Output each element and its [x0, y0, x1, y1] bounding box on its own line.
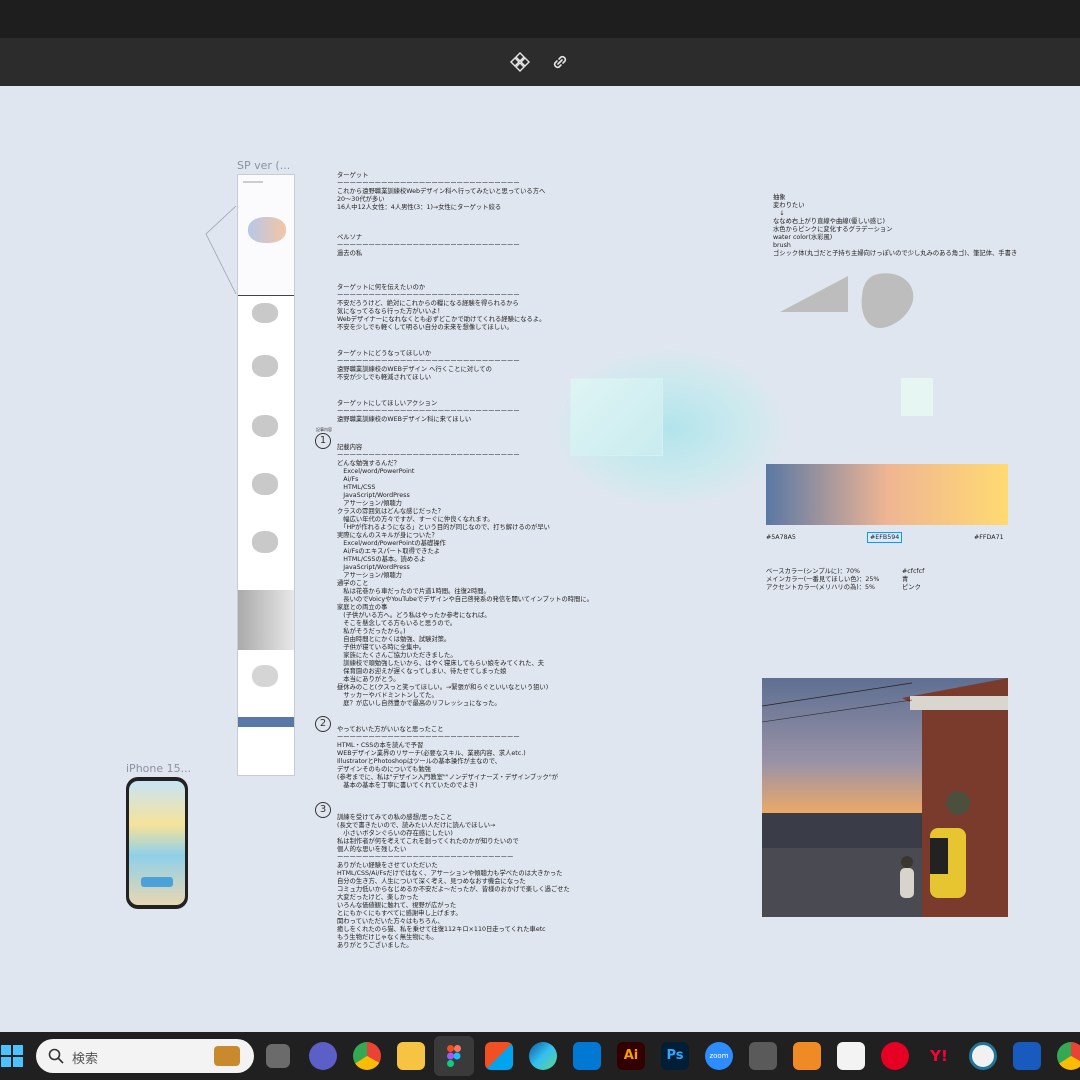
- persona-title: ペルソナ: [337, 234, 363, 241]
- iphone-frame-label[interactable]: iPhone 15...: [126, 762, 191, 775]
- design-notes: 抽象 変わりたい ↓ ななめ右上がり直線や曲線(優しい感じ) 水色からピンクに変…: [773, 194, 1018, 257]
- iphone-mockup[interactable]: [126, 777, 188, 909]
- color-ratio-values: #cfcfcf 青 ピンク: [902, 568, 925, 591]
- word-icon[interactable]: [1013, 1042, 1041, 1070]
- design-canvas[interactable]: SP ver (... iPhone 15... ターゲット ーーーーーーーーー…: [0, 86, 1080, 1032]
- gray-triangle-shape[interactable]: [780, 276, 850, 314]
- sp-frame-label[interactable]: SP ver (...: [237, 159, 290, 172]
- search-icon: [48, 1048, 64, 1064]
- sp-hero-blob: [248, 217, 286, 243]
- convey-title: ターゲットに何を伝えたいのか: [337, 284, 426, 291]
- gradient-label-start: #5A78A5: [766, 534, 796, 541]
- windows-taskbar: 検索 Ai Ps zoom Y!: [0, 1032, 1080, 1080]
- edge-icon[interactable]: [529, 1042, 557, 1070]
- notepad-icon[interactable]: [837, 1042, 865, 1070]
- window-titlebar: [0, 0, 1080, 38]
- sunset-photo[interactable]: [762, 678, 1008, 917]
- sp-frame-thumbnail[interactable]: [237, 174, 295, 776]
- target-title: ターゲット: [337, 172, 369, 179]
- gradient-swatch[interactable]: [766, 464, 1008, 525]
- sp-gray-section: [238, 590, 294, 650]
- mint-swatch[interactable]: [901, 378, 933, 416]
- sp-hero-section: [238, 175, 294, 295]
- connector-lines: [205, 206, 237, 295]
- component-icon[interactable]: [509, 51, 531, 73]
- app-icon[interactable]: [793, 1042, 821, 1070]
- iphone-screen-image: [129, 781, 185, 905]
- task-view-icon[interactable]: [266, 1044, 290, 1068]
- link-icon[interactable]: [549, 51, 571, 73]
- content-document: ターゲット ーーーーーーーーーーーーーーーーーーーーーーーーーーーーー これから…: [337, 172, 637, 968]
- figma-icon[interactable]: [434, 1036, 474, 1076]
- color-ratio-legend: ベースカラー(シンプルに)：70% メインカラー(一番見てほしい色)：25% ア…: [766, 568, 880, 591]
- gradient-label-mid[interactable]: #EFB594: [867, 532, 903, 543]
- section1-number: 1: [315, 433, 331, 449]
- photoshop-icon[interactable]: Ps: [661, 1042, 689, 1070]
- become-title: ターゲットにどうなってほしいか: [337, 350, 432, 357]
- section3-number: 3: [315, 802, 331, 818]
- section2-number: 2: [315, 716, 331, 732]
- windows-start-icon[interactable]: [0, 1044, 24, 1068]
- pinterest-icon[interactable]: [881, 1042, 909, 1070]
- wordpress-icon[interactable]: [969, 1042, 997, 1070]
- sp-footer-bar: [238, 717, 294, 727]
- file-explorer-icon[interactable]: [397, 1042, 425, 1070]
- illustrator-icon[interactable]: Ai: [617, 1042, 645, 1070]
- taskbar-search-box[interactable]: 検索: [36, 1039, 254, 1073]
- calculator-icon[interactable]: [749, 1042, 777, 1070]
- yahoo-icon[interactable]: Y!: [925, 1042, 953, 1070]
- mail-icon[interactable]: [573, 1042, 601, 1070]
- section3-title: 訓練を受けてみての私の感想/思ったこと: [337, 814, 453, 821]
- chrome-icon[interactable]: [353, 1042, 381, 1070]
- figma-toolbar: [0, 38, 1080, 86]
- store-icon[interactable]: [485, 1042, 513, 1070]
- gradient-label-end: #FFDA71: [974, 534, 1004, 541]
- gray-blob-shape[interactable]: [858, 272, 916, 330]
- chrome-icon[interactable]: [1057, 1042, 1080, 1070]
- search-placeholder: 検索: [72, 1052, 99, 1067]
- teams-icon[interactable]: [309, 1042, 337, 1070]
- briefcase-icon: [214, 1046, 240, 1066]
- zoom-icon[interactable]: zoom: [705, 1042, 733, 1070]
- watercolor-swatch[interactable]: [570, 378, 663, 456]
- section2-title: やっておいた方がいいなと思ったこと: [337, 726, 444, 733]
